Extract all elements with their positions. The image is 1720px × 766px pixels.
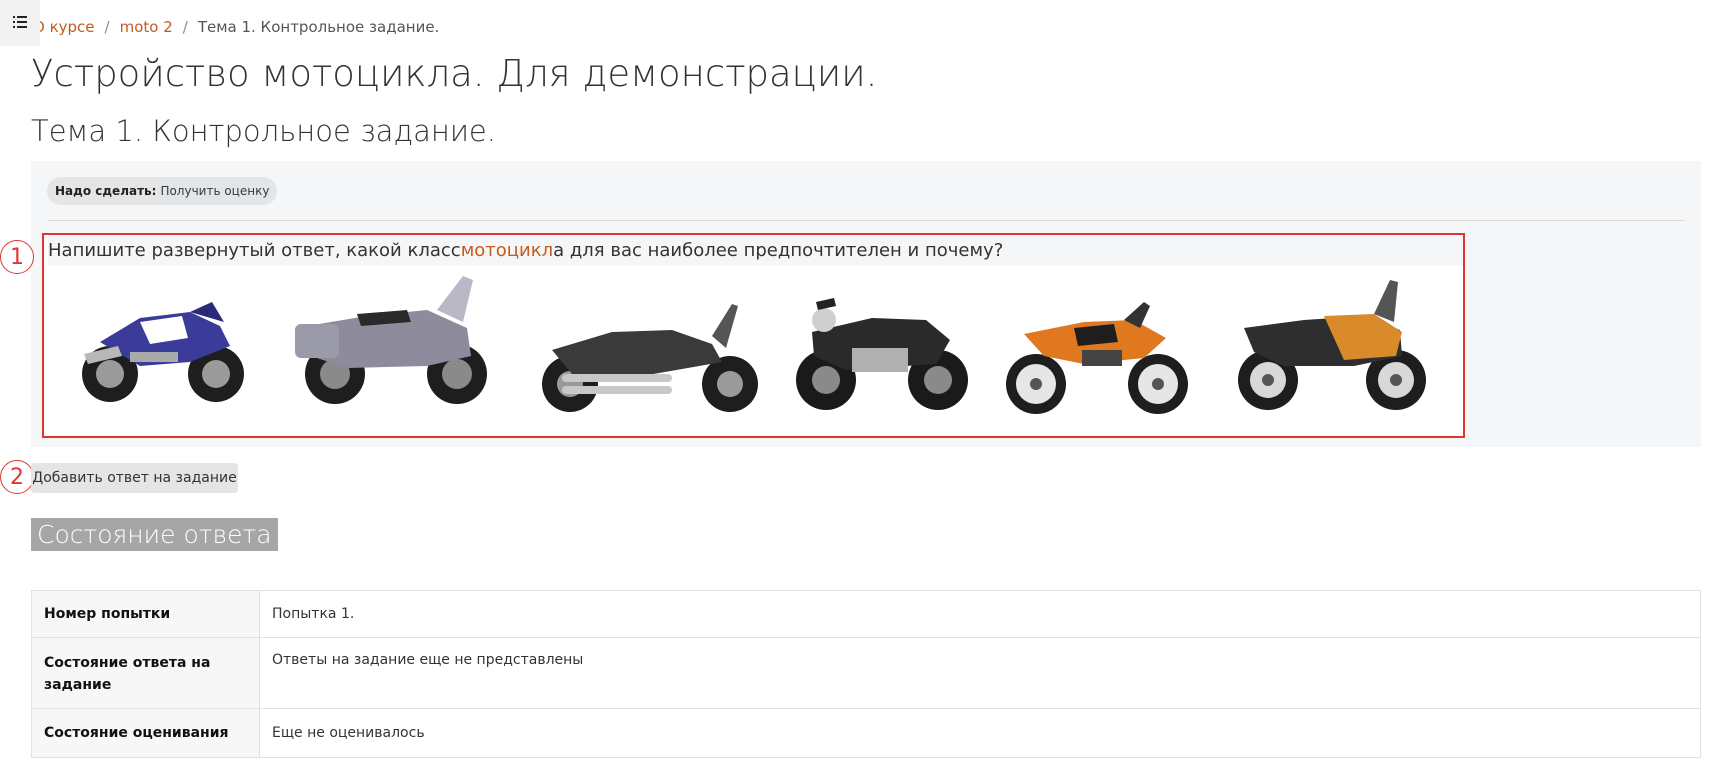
cruiser-motorcycle-image bbox=[542, 304, 758, 412]
breadcrumb-current: Тема 1. Контрольное задание. bbox=[197, 18, 440, 36]
completion-label: Надо сделать: bbox=[55, 184, 157, 198]
breadcrumb-separator: / bbox=[104, 18, 110, 36]
row-label: Номер попытки bbox=[31, 590, 260, 638]
sport-motorcycle-image bbox=[82, 302, 244, 402]
adventure-motorcycle-image bbox=[1238, 280, 1426, 410]
breadcrumb-separator: / bbox=[182, 18, 188, 36]
completion-requirement: Надо сделать: Получить оценку bbox=[47, 177, 278, 205]
course-title: Устройство мотоцикла. Для демонстрации. bbox=[31, 52, 878, 95]
enduro-motorcycle-image bbox=[1006, 302, 1188, 414]
question-link[interactable]: мотоцикл bbox=[461, 240, 553, 261]
touring-motorcycle-image bbox=[295, 276, 487, 404]
breadcrumb-section-link[interactable]: moto 2 bbox=[120, 18, 173, 36]
row-value: Ответы на задание еще не представлены bbox=[259, 637, 1701, 709]
motorcycle-gallery bbox=[44, 268, 1463, 436]
divider bbox=[47, 220, 1685, 221]
annotation-marker: 1 bbox=[0, 240, 34, 274]
breadcrumb: О курсе / moto 2 / Тема 1. Контрольное з… bbox=[33, 18, 439, 36]
drawer-toggle-button[interactable] bbox=[0, 0, 40, 46]
page-title: Тема 1. Контрольное задание. bbox=[31, 114, 496, 148]
naked-motorcycle-image bbox=[796, 298, 968, 410]
question-text-start: Напишите развернутый ответ, какой класс bbox=[48, 240, 461, 261]
list-icon bbox=[13, 16, 27, 28]
table-row: Номер попытки Попытка 1. bbox=[31, 590, 1701, 638]
annotation-marker: 2 bbox=[0, 460, 34, 494]
table-row: Состояние ответа на задание Ответы на за… bbox=[31, 637, 1701, 709]
submission-status-table: Номер попытки Попытка 1. Состояние ответ… bbox=[31, 590, 1701, 758]
row-value: Еще не оценивалось bbox=[259, 708, 1701, 758]
row-value: Попытка 1. bbox=[259, 590, 1701, 638]
question-highlight-frame: Напишите развернутый ответ, какой класс … bbox=[42, 233, 1465, 438]
row-label: Состояние ответа на задание bbox=[31, 637, 260, 709]
breadcrumb-course-link[interactable]: О курсе bbox=[33, 18, 95, 36]
submission-status-title: Состояние ответа bbox=[31, 518, 278, 551]
table-row: Состояние оценивания Еще не оценивалось bbox=[31, 708, 1701, 758]
question-text-end: а для вас наиболее предпочтителен и поче… bbox=[553, 240, 1004, 261]
assignment-intro: Надо сделать: Получить оценку Напишите р… bbox=[31, 161, 1701, 447]
row-label: Состояние оценивания bbox=[31, 708, 260, 758]
add-submission-button[interactable]: Добавить ответ на задание bbox=[31, 463, 238, 493]
question-text: Напишите развернутый ответ, какой класс … bbox=[48, 235, 1463, 266]
completion-value: Получить оценку bbox=[160, 184, 270, 198]
